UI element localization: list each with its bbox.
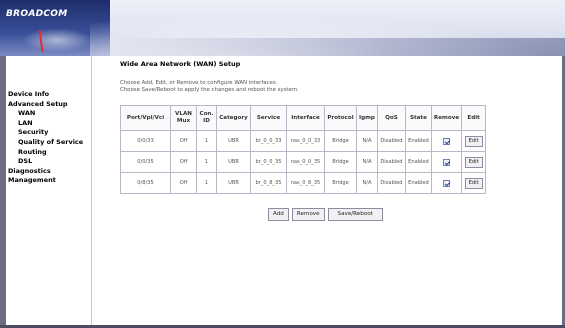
sidebar-item-routing[interactable]: Routing (6, 148, 91, 158)
table-row: 0/0/33 Off 1 UBR br_0_0_33 nas_0_0_33 Br… (120, 130, 487, 152)
col-igmp: Igmp (356, 105, 378, 131)
save-reboot-button[interactable]: Save/Reboot (327, 208, 383, 221)
cell-qos: Disabled (376, 151, 406, 173)
table-row: 0/0/35 Off 1 UBR br_0_0_35 nas_0_0_35 Br… (120, 151, 487, 173)
cell-edit: Edit (461, 151, 487, 173)
col-remove: Remove (430, 105, 463, 131)
sidebar-item-qos[interactable]: Quality of Service (6, 138, 91, 148)
cell-qos: Disabled (376, 172, 406, 194)
edit-button[interactable]: Edit (464, 135, 483, 147)
cell-vlan: Off (170, 172, 197, 194)
col-edit: Edit (461, 105, 487, 131)
header-banner: BROADCOM (0, 0, 565, 56)
header-shade (110, 38, 565, 56)
remove-checkbox[interactable] (443, 158, 451, 166)
cell-qos: Disabled (376, 130, 406, 152)
cell-state: Enabled (404, 172, 432, 194)
cell-remove (430, 172, 463, 194)
cell-vlan: Off (170, 151, 197, 173)
col-state: State (404, 105, 432, 131)
table-row: 0/8/35 Off 1 UBR br_0_8_35 nas_0_8_35 Br… (120, 172, 487, 194)
main-content: Wide Area Network (WAN) Setup Choose Add… (108, 56, 558, 325)
cell-port: 0/0/35 (120, 151, 171, 173)
logo-glow (22, 28, 92, 52)
cell-remove (430, 130, 463, 152)
cell-igmp: N/A (356, 151, 378, 173)
sidebar-item-management[interactable]: Management (6, 176, 91, 186)
sidebar-item-device-info[interactable]: Device Info (6, 90, 91, 100)
cell-service: br_0_8_35 (250, 172, 287, 194)
cell-service: br_0_0_33 (250, 130, 287, 152)
cell-port: 0/8/35 (120, 172, 171, 194)
cell-igmp: N/A (356, 172, 378, 194)
page-description: Choose Add, Edit, or Remove to configure… (120, 80, 540, 95)
wan-table: Port/Vpi/Vci VLAN Mux Con. ID Category S… (120, 105, 487, 194)
cell-vlan: Off (170, 130, 197, 152)
table-header-row: Port/Vpi/Vci VLAN Mux Con. ID Category S… (120, 105, 487, 131)
col-category: Category (216, 105, 251, 131)
sidebar-item-security[interactable]: Security (6, 128, 91, 138)
col-vlan-mux: VLAN Mux (170, 105, 197, 131)
cell-remove (430, 151, 463, 173)
cell-protocol: Bridge (324, 130, 357, 152)
cell-protocol: Bridge (324, 151, 357, 173)
col-protocol: Protocol (324, 105, 357, 131)
description-line-1: Choose Add, Edit, or Remove to configure… (120, 80, 278, 86)
page-title: Wide Area Network (WAN) Setup (120, 60, 241, 68)
remove-button[interactable]: Remove (291, 208, 325, 221)
sidebar-item-wan[interactable]: WAN (6, 109, 91, 119)
cell-protocol: Bridge (324, 172, 357, 194)
col-service: Service (250, 105, 287, 131)
cell-con-id: 1 (196, 151, 217, 173)
sidebar-nav: Device Info Advanced Setup WAN LAN Secur… (6, 56, 92, 325)
col-con-id: Con. ID (196, 105, 217, 131)
cell-con-id: 1 (196, 130, 217, 152)
cell-state: Enabled (404, 151, 432, 173)
col-interface: Interface (286, 105, 325, 131)
sidebar-item-dsl[interactable]: DSL (6, 157, 91, 167)
cell-state: Enabled (404, 130, 432, 152)
remove-checkbox[interactable] (443, 179, 451, 187)
edit-button[interactable]: Edit (464, 156, 483, 168)
cell-con-id: 1 (196, 172, 217, 194)
action-buttons: Add Remove Save/Reboot (268, 208, 383, 221)
remove-checkbox[interactable] (443, 137, 451, 145)
sidebar-item-lan[interactable]: LAN (6, 119, 91, 129)
cell-interface: nas_0_0_33 (286, 130, 325, 152)
sidebar-item-advanced-setup[interactable]: Advanced Setup (6, 100, 91, 110)
cell-category: UBR (216, 172, 251, 194)
cell-category: UBR (216, 151, 251, 173)
logo-text: BROADCOM (6, 9, 68, 19)
col-qos: QoS (376, 105, 406, 131)
col-port-vpi-vci: Port/Vpi/Vci (120, 105, 171, 131)
cell-interface: nas_0_8_35 (286, 172, 325, 194)
description-line-2: Choose Save/Reboot to apply the changes … (120, 87, 299, 94)
cell-service: br_0_0_35 (250, 151, 287, 173)
cell-category: UBR (216, 130, 251, 152)
cell-port: 0/0/33 (120, 130, 171, 152)
cell-igmp: N/A (356, 130, 378, 152)
edit-button[interactable]: Edit (464, 177, 483, 189)
cell-edit: Edit (461, 172, 487, 194)
sidebar-item-diagnostics[interactable]: Diagnostics (6, 167, 91, 177)
add-button[interactable]: Add (268, 208, 289, 221)
cell-interface: nas_0_0_35 (286, 151, 325, 173)
cell-edit: Edit (461, 130, 487, 152)
